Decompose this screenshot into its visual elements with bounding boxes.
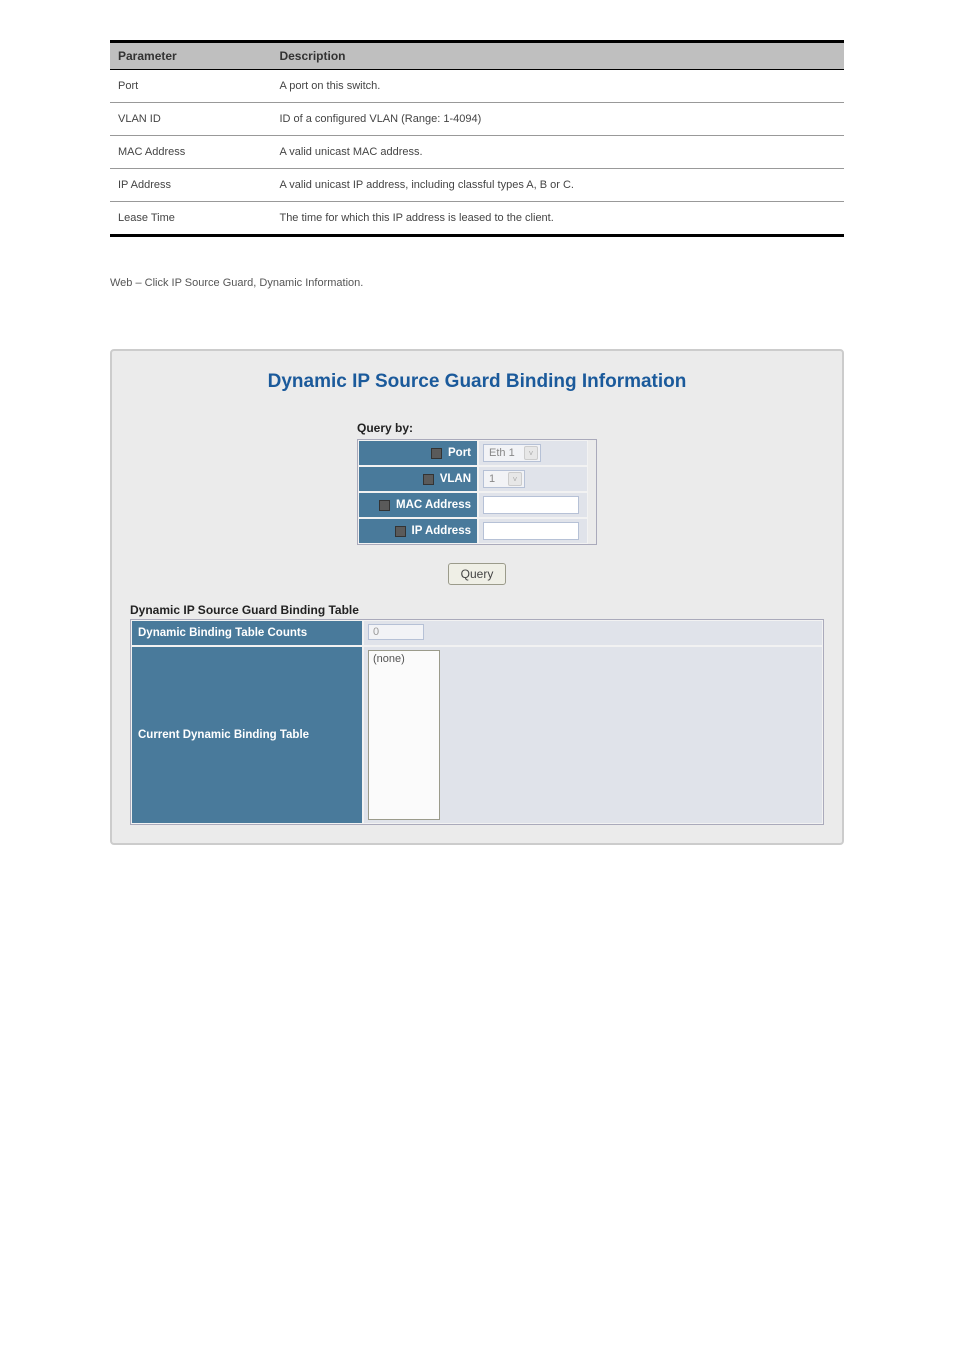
param-desc: A valid unicast IP address, including cl… bbox=[271, 169, 844, 202]
mac-label: MAC Address bbox=[396, 499, 471, 511]
param-name: IP Address bbox=[110, 169, 271, 202]
checkbox-icon[interactable] bbox=[379, 500, 390, 511]
parameter-table: Parameter Description Port A port on thi… bbox=[110, 40, 844, 237]
chevron-down-icon: ˅ bbox=[524, 446, 538, 460]
query-by-label: Query by: bbox=[357, 421, 597, 435]
current-table-listbox[interactable]: (none) bbox=[368, 650, 440, 820]
table-row: IP Address A valid unicast IP address, i… bbox=[110, 169, 844, 202]
param-desc: A port on this switch. bbox=[271, 70, 844, 103]
vlan-select-value: 1 bbox=[489, 473, 495, 485]
query-button[interactable]: Query bbox=[448, 563, 507, 585]
port-select-value: Eth 1 bbox=[489, 447, 515, 459]
ip-input[interactable] bbox=[483, 522, 579, 540]
param-name: VLAN ID bbox=[110, 103, 271, 136]
param-desc: A valid unicast MAC address. bbox=[271, 136, 844, 169]
ip-label: IP Address bbox=[412, 525, 471, 537]
param-name: Lease Time bbox=[110, 202, 271, 236]
checkbox-icon[interactable] bbox=[423, 474, 434, 485]
checkbox-icon[interactable] bbox=[395, 526, 406, 537]
port-checkbox-label[interactable]: Port bbox=[358, 440, 478, 466]
counts-label: Dynamic Binding Table Counts bbox=[131, 620, 363, 646]
param-name: Port bbox=[110, 70, 271, 103]
col-parameter: Parameter bbox=[110, 42, 271, 70]
param-desc: The time for which this IP address is le… bbox=[271, 202, 844, 236]
port-select[interactable]: Eth 1 ˅ bbox=[483, 444, 541, 462]
ip-checkbox-label[interactable]: IP Address bbox=[358, 518, 478, 544]
table-row: VLAN ID ID of a configured VLAN (Range: … bbox=[110, 103, 844, 136]
binding-table: Dynamic Binding Table Counts 0 Current D… bbox=[130, 619, 824, 825]
table-row: Port A port on this switch. bbox=[110, 70, 844, 103]
param-name: MAC Address bbox=[110, 136, 271, 169]
panel-title: Dynamic IP Source Guard Binding Informat… bbox=[130, 371, 824, 393]
vlan-checkbox-label[interactable]: VLAN bbox=[358, 466, 478, 492]
port-label: Port bbox=[448, 447, 471, 459]
mac-checkbox-label[interactable]: MAC Address bbox=[358, 492, 478, 518]
dynamic-binding-panel: Dynamic IP Source Guard Binding Informat… bbox=[110, 349, 844, 845]
mac-input[interactable] bbox=[483, 496, 579, 514]
query-section: Query by: Port Eth 1 ˅ VLAN bbox=[357, 421, 597, 545]
counts-value: 0 bbox=[368, 624, 424, 640]
chevron-down-icon: ˅ bbox=[508, 472, 522, 486]
vlan-label: VLAN bbox=[440, 473, 471, 485]
table-row: Lease Time The time for which this IP ad… bbox=[110, 202, 844, 236]
col-description: Description bbox=[271, 42, 844, 70]
current-table-label: Current Dynamic Binding Table bbox=[131, 646, 363, 824]
table-row: MAC Address A valid unicast MAC address. bbox=[110, 136, 844, 169]
binding-table-title: Dynamic IP Source Guard Binding Table bbox=[130, 603, 824, 617]
param-desc: ID of a configured VLAN (Range: 1-4094) bbox=[271, 103, 844, 136]
vlan-select[interactable]: 1 ˅ bbox=[483, 470, 525, 488]
web-nav-text: Web – Click IP Source Guard, Dynamic Inf… bbox=[110, 277, 844, 289]
checkbox-icon[interactable] bbox=[431, 448, 442, 459]
